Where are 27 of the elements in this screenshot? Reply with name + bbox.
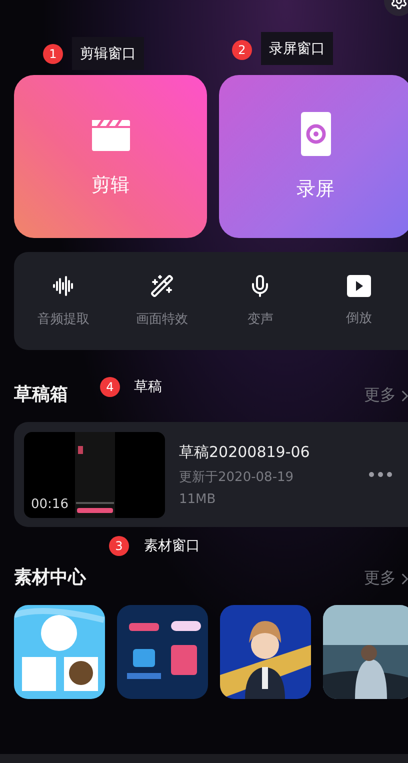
number-badge: 3 xyxy=(109,536,129,556)
annotation-label: 草稿 xyxy=(133,378,163,396)
number-badge: 4 xyxy=(100,377,120,397)
magic-wand-icon xyxy=(150,274,174,298)
phone-record-icon xyxy=(300,112,330,156)
duration-label: 00:16 xyxy=(31,496,68,512)
more-link[interactable]: 更多 xyxy=(364,385,408,406)
tool-label[interactable]: 变声 xyxy=(247,310,274,328)
feature-card[interactable]: 剪辑 xyxy=(14,75,207,238)
tool-label[interactable]: 画面特效 xyxy=(136,310,188,328)
annotation-label: 素材窗口 xyxy=(143,536,201,556)
sound-wave-icon xyxy=(52,274,74,298)
annotation-label: 录屏窗口 xyxy=(261,32,333,65)
feature-card[interactable]: 录屏 xyxy=(219,75,408,238)
annotation-label: 剪辑窗口 xyxy=(72,37,144,70)
tool-label[interactable]: 倒放 xyxy=(346,309,372,327)
section-title: 草稿箱 xyxy=(14,383,68,406)
number-badge: 1 xyxy=(43,44,63,64)
update-date: 更新于2020-08-19 xyxy=(179,468,295,486)
draft-card[interactable]: 00:16 草稿20200819-06 更新于2020-08-19 11MB xyxy=(14,422,408,527)
tool-label[interactable]: 音频提取 xyxy=(37,310,90,328)
more-link[interactable]: 更多 xyxy=(364,568,408,589)
section-title: 素材中心 xyxy=(14,566,86,589)
number-badge: 2 xyxy=(232,40,252,60)
file-size: 11MB xyxy=(179,492,217,506)
play-icon xyxy=(346,275,371,297)
draft-title: 草稿20200819-06 xyxy=(179,442,311,462)
